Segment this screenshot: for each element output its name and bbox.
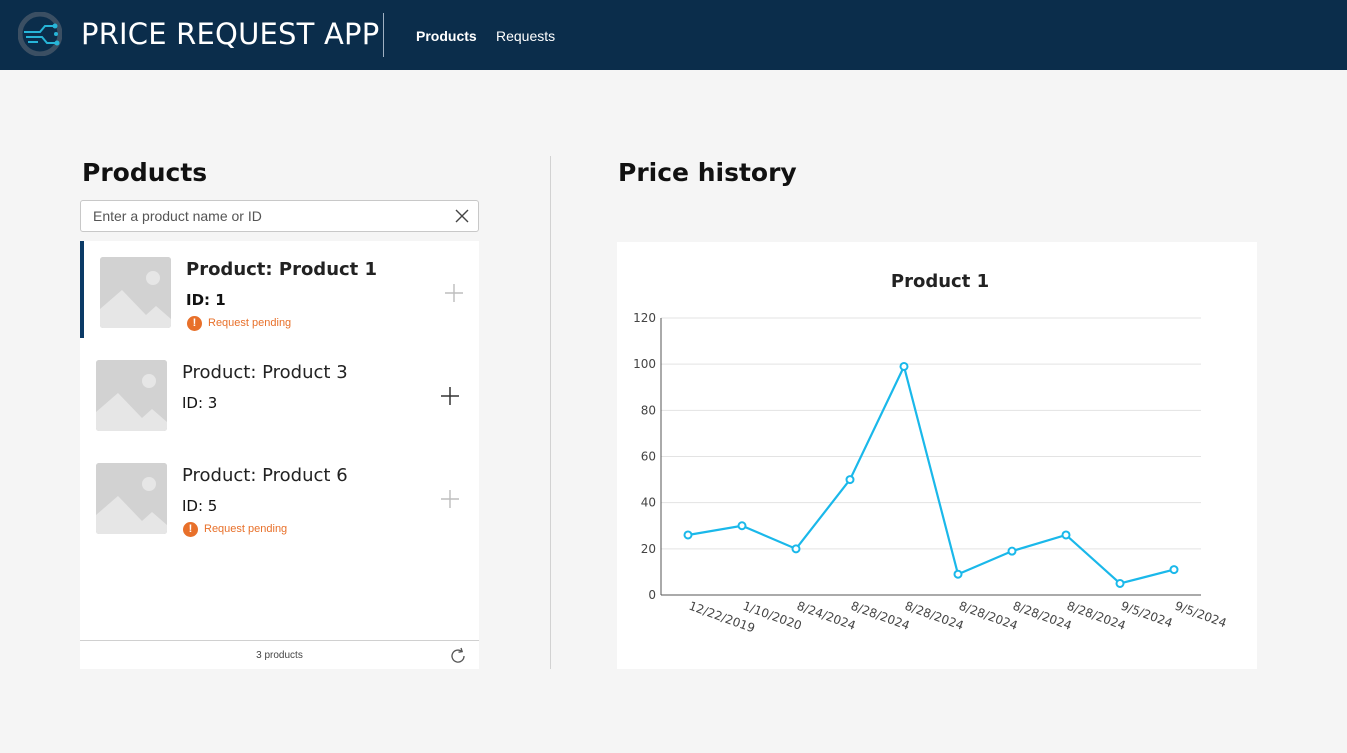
data-point [899, 361, 909, 371]
x-tick-label: 9/5/2024 [1119, 599, 1174, 631]
panel-divider [550, 156, 551, 669]
image-placeholder-icon [96, 360, 167, 431]
app-logo-icon[interactable] [18, 12, 62, 56]
product-list: Product: Product 1 ID: 1 ! Request pendi… [80, 241, 479, 669]
data-point [1115, 578, 1125, 588]
chart-title: Product 1 [891, 271, 989, 292]
image-placeholder-icon [100, 257, 171, 328]
x-tick-label: 8/28/2024 [903, 599, 966, 633]
data-point [683, 530, 693, 540]
y-tick-label: 20 [641, 542, 656, 556]
product-id: ID: 3 [182, 394, 218, 412]
product-search-box [80, 200, 479, 232]
nav-requests-link[interactable]: Requests [496, 28, 555, 44]
product-id: ID: 5 [182, 497, 218, 515]
y-tick-label: 60 [641, 450, 656, 464]
y-tick-label: 120 [633, 311, 656, 325]
data-point [1007, 546, 1017, 556]
plus-icon[interactable] [438, 384, 462, 408]
exclamation-icon: ! [187, 315, 202, 331]
plus-icon[interactable] [438, 487, 462, 511]
x-tick-label: 9/5/2024 [1173, 599, 1228, 631]
status-text: Request pending [208, 317, 292, 329]
products-title: Products [82, 158, 208, 187]
close-icon[interactable] [454, 208, 470, 224]
status-badge: ! Request pending [187, 315, 291, 331]
product-list-item-1[interactable]: Product: Product 1 ID: 1 ! Request pendi… [80, 241, 479, 338]
plus-icon[interactable] [442, 281, 466, 305]
top-bar: PRICE REQUEST APP Products Requests [0, 0, 1347, 70]
price-history-chart: Product 1 0 20 40 60 80 100 120 12/22/2019 1/10/2… [617, 242, 1257, 669]
product-name: Product: Product 3 [182, 362, 348, 383]
status-text: Request pending [204, 523, 288, 535]
series-line [687, 363, 1175, 585]
product-name: Product: Product 1 [186, 259, 378, 280]
x-tick-label: 8/24/2024 [795, 599, 858, 633]
image-placeholder-icon [96, 463, 167, 534]
product-id: ID: 1 [186, 291, 226, 309]
list-footer: 3 products [80, 640, 479, 669]
data-point [845, 475, 855, 485]
x-tick-label: 8/28/2024 [1065, 599, 1128, 633]
exclamation-icon: ! [183, 521, 198, 537]
product-list-item-6[interactable]: Product: Product 6 ID: 5 ! Request pendi… [80, 447, 479, 544]
nav-products-link[interactable]: Products [416, 28, 477, 44]
app-title: PRICE REQUEST APP [81, 17, 380, 51]
data-point [1061, 530, 1071, 540]
data-point [1169, 565, 1179, 575]
data-point [791, 544, 801, 554]
data-point [737, 521, 747, 531]
status-badge: ! Request pending [183, 521, 287, 537]
product-search-input[interactable] [81, 201, 441, 231]
x-tick-label: 8/28/2024 [957, 599, 1020, 633]
data-point [953, 569, 963, 579]
x-tick-label: 8/28/2024 [1011, 599, 1074, 633]
refresh-icon[interactable] [448, 646, 468, 666]
y-tick-label: 80 [641, 403, 656, 417]
y-tick-label: 40 [641, 496, 656, 510]
product-count: 3 products [256, 650, 303, 661]
y-tick-label: 0 [648, 588, 656, 602]
product-name: Product: Product 6 [182, 465, 348, 486]
y-tick-label: 100 [633, 357, 656, 371]
product-list-item-3[interactable]: Product: Product 3 ID: 3 [80, 344, 479, 441]
price-history-title: Price history [618, 158, 797, 187]
nav-divider [383, 13, 384, 57]
x-tick-label: 8/28/2024 [849, 599, 912, 633]
line-chart: Product 102040608010012012/22/20191/10/2… [633, 271, 1228, 635]
